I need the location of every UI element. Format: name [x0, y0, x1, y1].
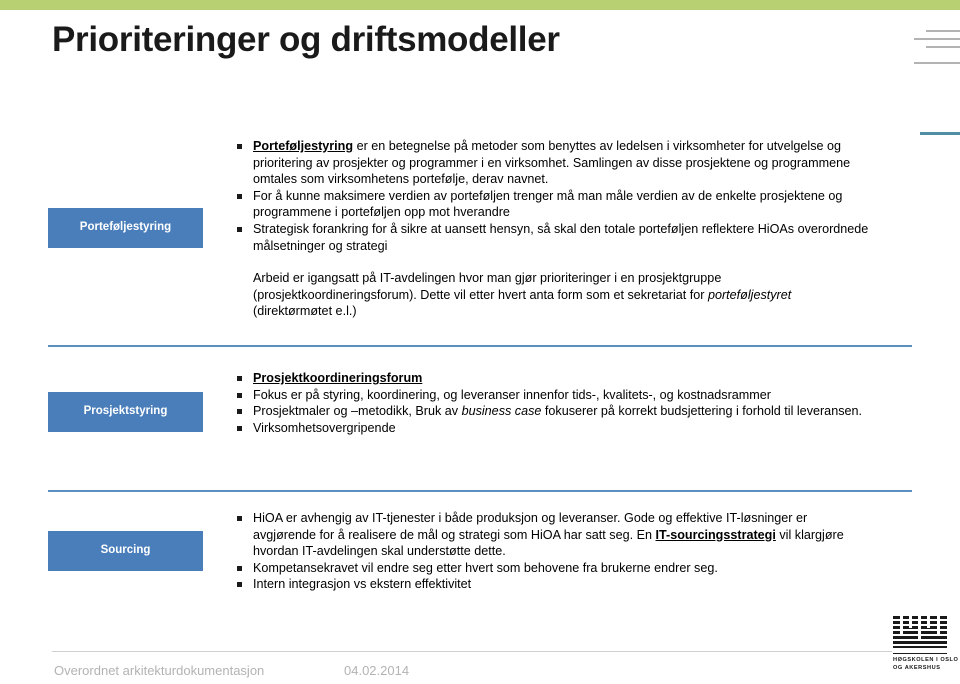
list-item: HiOA er avhengig av IT-tjenester i både …	[236, 510, 872, 560]
section-paragraph-portfolio: Arbeid er igangsatt på IT-avdelingen hvo…	[236, 270, 872, 320]
decoration-line	[914, 62, 960, 64]
list-item: Strategisk forankring for å sikre at uan…	[236, 221, 872, 254]
logo-mark-icon	[893, 616, 947, 652]
page-title: Prioriteringer og driftsmodeller	[52, 20, 560, 59]
list-item-text: fokuserer på korrekt budsjettering i for…	[541, 404, 862, 419]
footer-divider	[52, 651, 892, 652]
list-item: Fokus er på styring, koordinering, og le…	[236, 387, 872, 404]
term-portfoljestyret: porteføljestyret	[707, 287, 792, 302]
list-item: Porteføljestyring er en betegnelse på me…	[236, 138, 872, 188]
section-content-portfolio: Porteføljestyring er en betegnelse på me…	[236, 138, 872, 320]
corner-decoration	[914, 30, 960, 141]
list-item: Kompetansekravet vil endre seg etter hve…	[236, 560, 872, 577]
decoration-line-accent	[920, 132, 960, 135]
section-content-sourcing: HiOA er avhengig av IT-tjenester i både …	[236, 510, 872, 593]
decoration-line	[926, 46, 960, 48]
section-content-project: Prosjektkoordineringsforum Fokus er på s…	[236, 370, 872, 436]
term-business-case: business case	[461, 404, 542, 419]
term-portfoljestyring: Porteføljestyring	[253, 139, 354, 153]
list-item-text: Prosjektmaler og –metodikk, Bruk av	[253, 404, 462, 419]
section-separator	[48, 490, 912, 492]
paragraph-text: (direktørmøtet e.l.)	[253, 304, 357, 319]
list-item-text: Intern integrasjon vs ekstern effektivit…	[253, 577, 472, 592]
decoration-line	[926, 30, 960, 32]
list-item: Virksomhetsovergripende	[236, 420, 872, 437]
list-item-text: Virksomhetsovergripende	[253, 420, 396, 435]
section-badge-portfolio[interactable]: Porteføljestyring	[48, 208, 203, 248]
paragraph-text: Arbeid er igangsatt på IT-avdelingen hvo…	[253, 271, 722, 302]
logo-text-line2: OG AKERSHUS	[893, 664, 941, 671]
section-badge-project[interactable]: Prosjektstyring	[48, 392, 203, 432]
list-item-text: Strategisk forankring for å sikre at uan…	[253, 221, 869, 253]
list-item: Intern integrasjon vs ekstern effektivit…	[236, 576, 872, 593]
logo-text-line1: HØGSKOLEN I OSLO	[893, 657, 959, 663]
bullet-list: HiOA er avhengig av IT-tjenester i både …	[236, 510, 872, 593]
section-separator	[48, 345, 912, 347]
section-badge-sourcing[interactable]: Sourcing	[48, 531, 203, 571]
list-item: Prosjektkoordineringsforum	[236, 370, 872, 387]
top-accent-bar	[0, 0, 960, 10]
slide-canvas: Prioriteringer og driftsmodeller Portefø…	[0, 0, 960, 684]
logo-rule	[893, 653, 947, 654]
list-item-text: Fokus er på styring, koordinering, og le…	[253, 387, 771, 402]
term-it-sourcingsstrategi: IT-sourcingsstrategi	[655, 527, 776, 542]
bullet-list: Prosjektkoordineringsforum Fokus er på s…	[236, 370, 872, 436]
footer-document-title: Overordnet arkitekturdokumentasjon	[54, 663, 265, 678]
institution-logo: HØGSKOLEN I OSLO OG AKERSHUS	[893, 616, 959, 672]
term-prosjektkoordineringsforum: Prosjektkoordineringsforum	[253, 371, 423, 385]
list-item: Prosjektmaler og –metodikk, Bruk av busi…	[236, 403, 872, 420]
bullet-list: Porteføljestyring er en betegnelse på me…	[236, 138, 872, 254]
decoration-line	[914, 38, 960, 40]
list-item-text: Kompetansekravet vil endre seg etter hve…	[253, 560, 718, 575]
list-item-text: For å kunne maksimere verdien av portefø…	[253, 188, 843, 220]
list-item: For å kunne maksimere verdien av portefø…	[236, 188, 872, 221]
footer-date: 04.02.2014	[344, 663, 410, 678]
